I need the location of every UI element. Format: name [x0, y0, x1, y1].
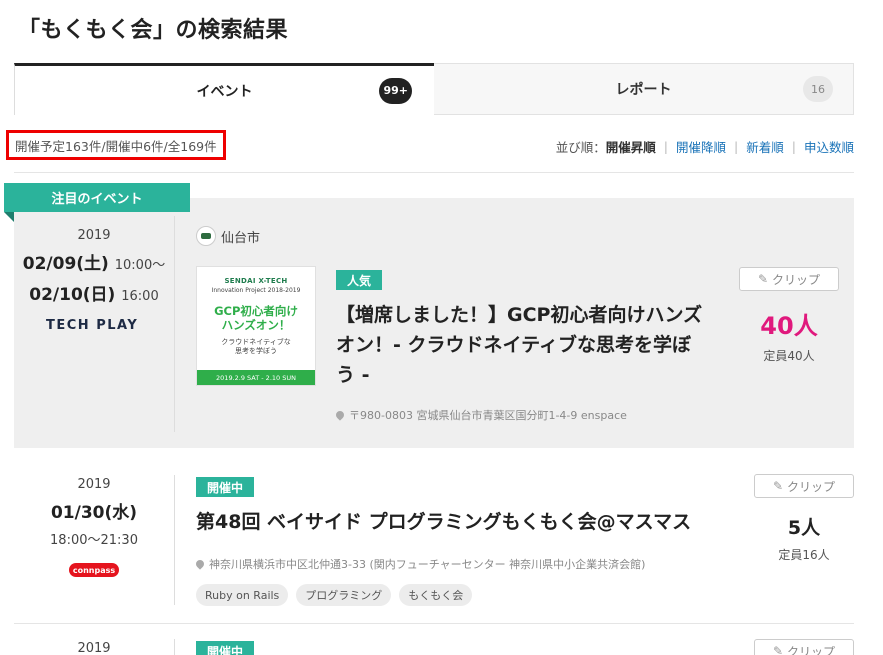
- clip-label: クリップ: [772, 272, 821, 287]
- location-pin-icon: [194, 558, 206, 570]
- sort-bar: 並び順： 開催昇順 | 開催降順 | 新着順 | 申込数順: [556, 137, 854, 156]
- clip-button[interactable]: ✎ クリップ: [739, 267, 839, 291]
- event-start: 02/09(土) 10:00〜: [14, 249, 174, 274]
- sort-separator: |: [734, 139, 739, 154]
- event-title-line: オン！- クラウドネイティブな思考を学ぼ: [336, 334, 691, 356]
- result-count: 開催予定163件/開催中6件/全169件: [6, 130, 226, 160]
- event-start-date: 02/09(土): [22, 254, 109, 274]
- sort-option-current: 開催昇順: [605, 140, 656, 155]
- clip-button[interactable]: ✎ クリップ: [754, 639, 854, 655]
- event-title[interactable]: 第48回 ベイサイド プログラミングもくもく会@マスマス: [196, 507, 736, 537]
- event-date: 2019: [14, 641, 174, 655]
- event-card-featured[interactable]: 2019 02/09(土) 10:00〜 02/10(日) 16:00 TECH…: [14, 198, 854, 448]
- tab-reports-label: レポート: [615, 82, 672, 98]
- paperclip-icon: ✎: [772, 644, 784, 655]
- ongoing-badge: 開催中: [196, 477, 255, 497]
- event-tags: Ruby on Rails プログラミング もくもく会: [196, 584, 473, 606]
- event-year: 2019: [77, 477, 111, 492]
- applicant-count: 5人: [787, 517, 821, 539]
- sort-separator: |: [791, 139, 796, 154]
- featured-label-fold: [4, 212, 14, 222]
- divider-vertical: [174, 216, 175, 432]
- tag[interactable]: Ruby on Rails: [196, 584, 289, 606]
- tab-reports-count-badge: 16: [803, 76, 833, 102]
- connpass-logo: connpass: [69, 563, 119, 577]
- event-title-line: 【増席しました！】GCP初心者向けハンズ: [336, 304, 703, 326]
- tab-events[interactable]: イベント 99+: [14, 63, 434, 115]
- event-title-line: う -: [336, 364, 370, 386]
- clip-label: クリップ: [787, 644, 836, 655]
- divider: [14, 172, 854, 173]
- thumb-line: クラウドネイティブな 思考を学ぼう: [197, 338, 315, 356]
- event-thumbnail[interactable]: SENDAI X-TECH Innovation Project 2018-20…: [196, 266, 316, 386]
- event-date: 2019 01/30(水) 18:00〜21:30: [14, 477, 174, 548]
- paperclip-icon: ✎: [772, 479, 784, 493]
- event-address: 神奈川県横浜市中区北仲通3-33 (関内フューチャーセンター 神奈川県中小企業共…: [194, 556, 646, 572]
- event-title[interactable]: 【増席しました！】GCP初心者向けハンズ オン！- クラウドネイティブな思考を学…: [336, 300, 726, 390]
- event-address: 〒980-0803 宮城県仙台市青葉区国分町1-4-9 enspace: [334, 407, 627, 423]
- paperclip-icon: ✎: [757, 272, 769, 286]
- tab-events-count-badge: 99+: [379, 77, 412, 104]
- clip-button[interactable]: ✎ クリップ: [754, 474, 854, 498]
- event-end-time: 16:00: [121, 289, 159, 304]
- applicant-count: 40人: [760, 312, 818, 340]
- capacity-label: 定員16人: [778, 548, 830, 562]
- clip-label: クリップ: [787, 479, 836, 494]
- sort-option-applications[interactable]: 申込数順: [804, 137, 854, 156]
- page-title: 「もくもく会」の検索結果: [18, 18, 289, 43]
- tab-reports[interactable]: レポート 16: [434, 63, 854, 115]
- event-date: 2019 02/09(土) 10:00〜 02/10(日) 16:00: [14, 228, 174, 305]
- event-capacity: 40人 定員40人: [739, 306, 839, 364]
- featured-event-label: 注目のイベント: [4, 183, 190, 212]
- organizer-name: 仙台市: [221, 230, 261, 246]
- event-organizer[interactable]: 仙台市: [196, 226, 260, 246]
- capacity-label: 定員40人: [763, 349, 815, 363]
- event-card[interactable]: 2019 01/30(水) 18:00〜21:30 connpass 開催中 第…: [14, 460, 854, 620]
- divider-vertical: [174, 639, 175, 655]
- event-capacity: 5人 定員16人: [754, 513, 854, 563]
- thumb-line: Innovation Project 2018-2019: [211, 287, 301, 294]
- thumb-line: GCP初心者向け: [214, 304, 298, 318]
- sort-label: 並び順：: [555, 140, 606, 155]
- thumb-line: GCP初心者向け ハンズオン！: [197, 304, 315, 332]
- popular-badge: 人気: [336, 270, 383, 290]
- event-card[interactable]: 2019 開催中 ✎ クリップ: [14, 624, 854, 655]
- thumb-line: SENDAI X-TECH: [224, 277, 288, 285]
- event-year: 2019: [77, 641, 111, 655]
- thumb-line: ハンズオン！: [221, 318, 291, 332]
- tab-events-label: イベント: [196, 83, 253, 100]
- thumb-date-strip: 2019.2.9 SAT - 2.10 SUN: [197, 370, 315, 385]
- techplay-logo: TECH PLAY: [46, 318, 139, 333]
- event-start-date: 01/30(水): [50, 503, 138, 523]
- event-end: 02/10(日) 16:00: [14, 280, 174, 305]
- event-address-text: 〒980-0803 宮城県仙台市青葉区国分町1-4-9 enspace: [349, 409, 627, 422]
- sort-option-date-desc[interactable]: 開催降順: [676, 137, 726, 156]
- divider-vertical: [174, 475, 175, 605]
- organizer-logo-icon: [196, 226, 216, 246]
- result-tabs: イベント 99+ レポート 16: [14, 63, 854, 115]
- sort-option-newest[interactable]: 新着順: [746, 137, 784, 156]
- location-pin-icon: [334, 409, 346, 421]
- event-time: 18:00〜21:30: [50, 533, 138, 548]
- thumb-line: クラウドネイティブな: [221, 338, 291, 346]
- tag[interactable]: もくもく会: [399, 584, 473, 606]
- sort-separator: |: [663, 139, 669, 154]
- event-start-time: 10:00〜: [114, 258, 166, 273]
- thumb-line: 思考を学ぼう: [235, 347, 277, 355]
- tag[interactable]: プログラミング: [296, 584, 392, 606]
- event-address-text: 神奈川県横浜市中区北仲通3-33 (関内フューチャーセンター 神奈川県中小企業共…: [209, 558, 646, 571]
- event-year: 2019: [77, 228, 111, 243]
- event-end-date: 02/10(日): [29, 285, 116, 305]
- ongoing-badge: 開催中: [196, 641, 255, 655]
